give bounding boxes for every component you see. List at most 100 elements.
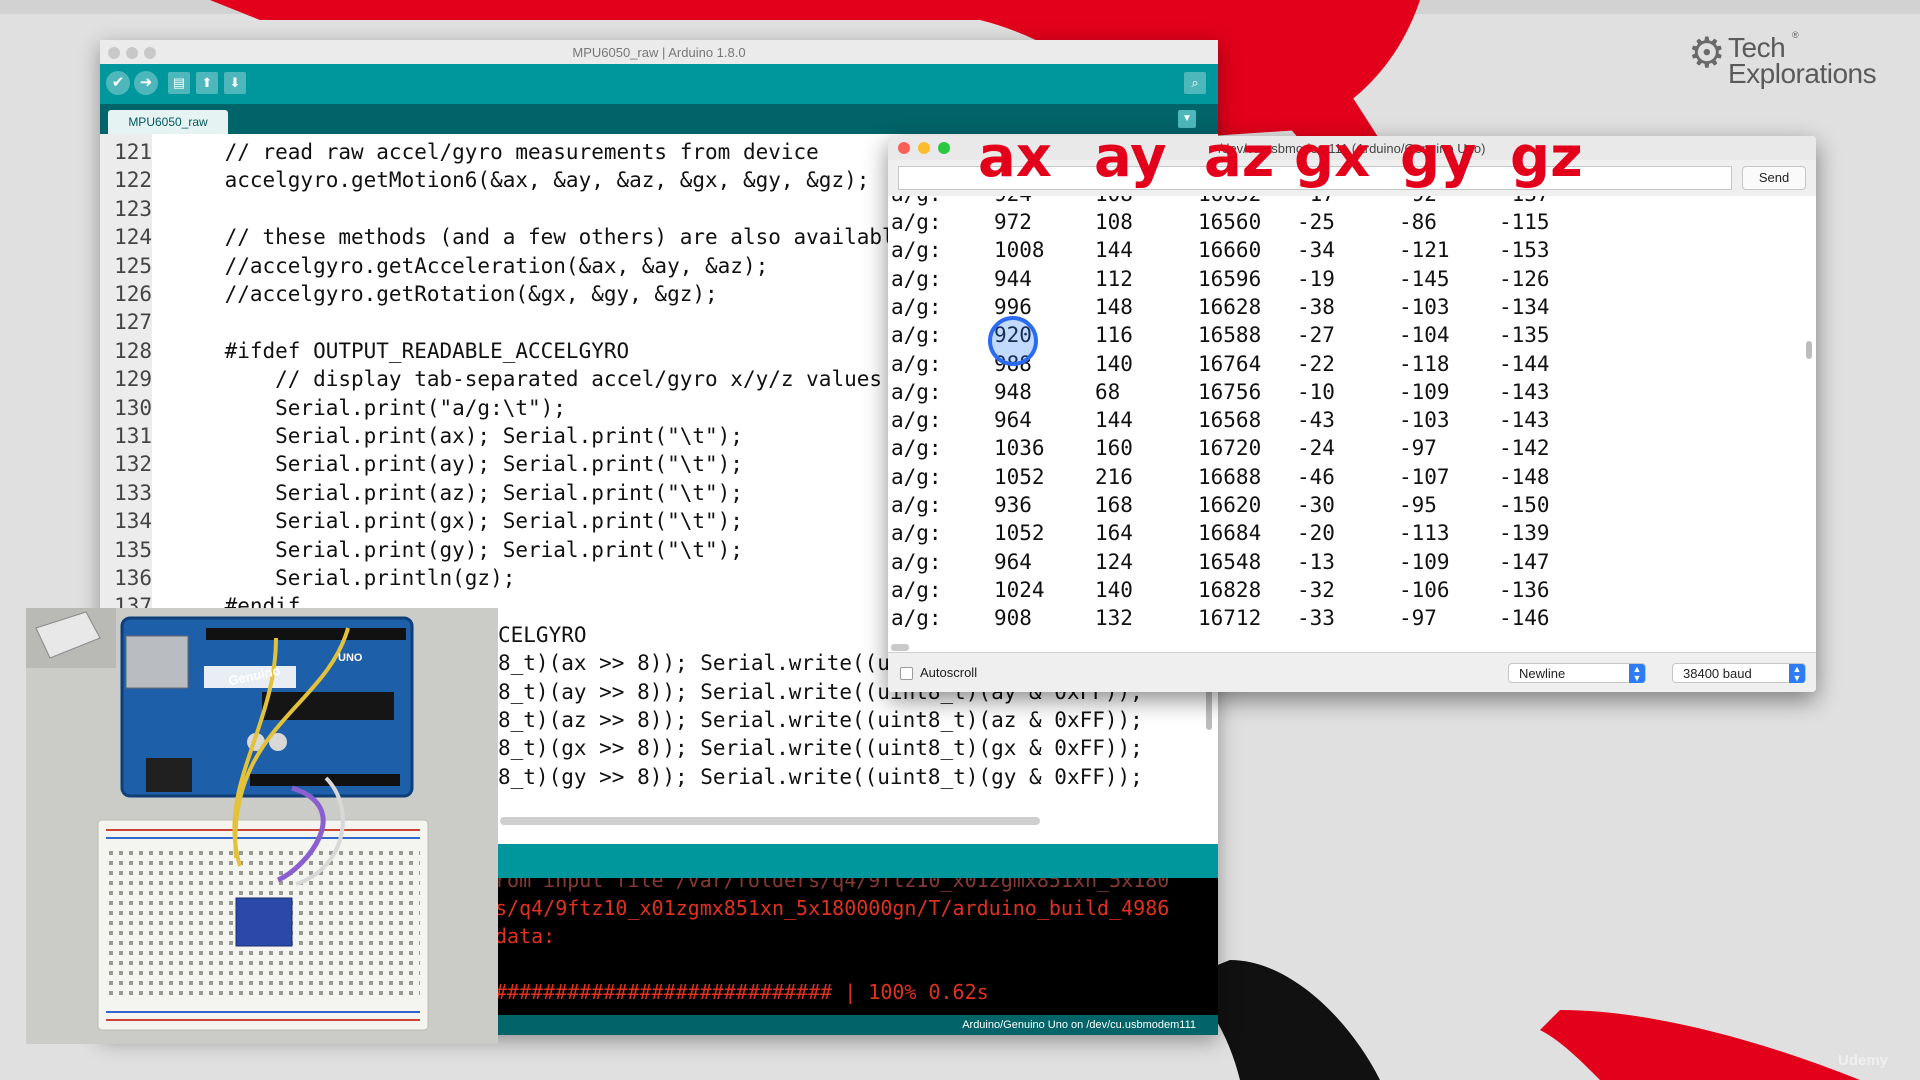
sensor-value: 144: [1095, 238, 1133, 263]
row-prefix: a/g:: [891, 210, 942, 234]
line-ending-select[interactable]: Newline ▲ ▼: [1508, 663, 1646, 683]
code-text: // read raw accel/gyro measurements from…: [174, 140, 819, 164]
code-line[interactable]: 131 Serial.print(ax); Serial.print("\t")…: [100, 422, 743, 450]
upload-button[interactable]: ➜: [134, 71, 158, 95]
sensor-value: 68: [1095, 379, 1121, 404]
sensor-value: -144: [1499, 351, 1550, 376]
code-line[interactable]: 123: [100, 195, 152, 223]
code-line[interactable]: 129 // display tab-separated accel/gyro …: [100, 365, 882, 393]
serial-horizontal-scrollbar[interactable]: [891, 644, 909, 651]
code-line[interactable]: 125 //accelgyro.getAcceleration(&ax, &ay…: [100, 252, 768, 280]
code-line[interactable]: 121 // read raw accel/gyro measurements …: [100, 138, 819, 166]
sensor-value: -10: [1297, 379, 1335, 404]
line-number: 131: [114, 424, 152, 448]
sensor-value: -104: [1399, 323, 1450, 348]
sensor-value: 972: [994, 210, 1032, 234]
code-text: Serial.print(az); Serial.print("\t");: [174, 480, 743, 505]
code-line[interactable]: 133 Serial.print(az); Serial.print("\t")…: [100, 479, 743, 507]
code-line[interactable]: 128 #ifdef OUTPUT_READABLE_ACCELGYRO: [100, 337, 629, 365]
serial-monitor-button[interactable]: ⌕: [1184, 72, 1206, 94]
save-icon: ⬇: [229, 75, 241, 90]
code-line[interactable]: 126 //accelgyro.getRotation(&gx, &gy, &g…: [100, 280, 718, 308]
row-prefix: a/g:: [891, 266, 942, 291]
verify-button[interactable]: ✔: [106, 71, 130, 95]
code-line-partial[interactable]: 8_t)(az >> 8)); Serial.write((uint8_t)(a…: [498, 706, 1143, 734]
line-number: 122: [114, 168, 152, 193]
baud-rate-value: 38400 baud: [1683, 666, 1752, 681]
line-number: 124: [114, 225, 152, 250]
code-line[interactable]: 136 Serial.println(gz);: [100, 564, 515, 592]
sensor-value: 16588: [1198, 323, 1262, 348]
save-button[interactable]: ⬇: [224, 72, 246, 94]
sensor-value: -145: [1399, 266, 1450, 291]
sensor-value: -137: [1499, 196, 1550, 208]
row-prefix: a/g:: [891, 606, 942, 631]
code-text: Serial.println(gz);: [174, 566, 516, 590]
line-number: 129: [114, 367, 152, 392]
line-number: 134: [114, 509, 152, 534]
line-number: 125: [114, 253, 152, 278]
sensor-value: -32: [1297, 577, 1335, 602]
code-line[interactable]: 127: [100, 308, 152, 336]
sensor-value: -95: [1399, 493, 1437, 517]
console-line: s/q4/9ftz10_x01zgmx851xn_5x180000gn/T/ar…: [495, 896, 1170, 920]
sensor-value: -126: [1499, 266, 1550, 291]
sensor-value: -24: [1297, 436, 1335, 461]
code-line-partial[interactable]: 8_t)(gy >> 8)); Serial.write((uint8_t)(g…: [498, 763, 1143, 791]
sensor-value: -33: [1297, 606, 1335, 631]
row-prefix: a/g:: [891, 549, 942, 574]
sensor-value: 936: [994, 493, 1032, 517]
code-line-partial[interactable]: 8_t)(ax >> 8)); Serial.write((ui: [498, 649, 903, 677]
new-button[interactable]: ▤: [168, 72, 190, 94]
serial-options-row: Autoscroll Newline ▲ ▼ 38400 baud ▲ ▼: [888, 652, 1816, 692]
code-line-partial[interactable]: 8_t)(gx >> 8)); Serial.write((uint8_t)(g…: [498, 734, 1143, 762]
row-prefix: a/g:: [891, 493, 942, 517]
open-button[interactable]: ⬆: [196, 72, 218, 94]
sensor-value: 16720: [1198, 436, 1262, 461]
sensor-value: -17: [1297, 196, 1335, 208]
serial-vertical-scrollbar[interactable]: [1806, 341, 1812, 359]
sensor-value: -103: [1399, 294, 1450, 319]
code-line[interactable]: 134 Serial.print(gx); Serial.print("\t")…: [100, 507, 743, 535]
code-line[interactable]: 124 // these methods (and a few others) …: [100, 223, 907, 251]
select-arrows-icon: ▲ ▼: [1789, 664, 1805, 683]
serial-monitor-window: /dev/cu.usbmodem111 (Arduino/Genuino Uno…: [888, 136, 1816, 692]
sensor-value: 16568: [1198, 408, 1262, 433]
sensor-value: -97: [1399, 606, 1437, 631]
baud-rate-select[interactable]: 38400 baud ▲ ▼: [1672, 663, 1806, 683]
code-text: Serial.print(ax); Serial.print("\t");: [174, 424, 743, 448]
select-arrows-icon: ▲ ▼: [1629, 664, 1645, 683]
line-number: 136: [114, 566, 152, 590]
trademark: ®: [1792, 30, 1799, 40]
sensor-value: 1024: [994, 577, 1045, 602]
row-prefix: a/g:: [891, 436, 942, 461]
code-line[interactable]: 130 Serial.print("a/g:\t");: [100, 394, 566, 422]
sensor-value: -103: [1399, 408, 1450, 433]
send-button[interactable]: Send: [1742, 166, 1806, 190]
sensor-value: -153: [1499, 238, 1550, 263]
code-line[interactable]: 135 Serial.print(gy); Serial.print("\t")…: [100, 536, 743, 564]
sensor-value: 16560: [1198, 210, 1262, 234]
sensor-value: 1008: [994, 238, 1045, 263]
sensor-value: -86: [1399, 210, 1437, 234]
editor-horizontal-scrollbar[interactable]: [500, 817, 1040, 825]
sensor-value: -143: [1499, 408, 1550, 433]
sensor-value: 16628: [1198, 294, 1262, 319]
code-text: Serial.print(ay); Serial.print("\t");: [174, 452, 743, 477]
sensor-value: -139: [1499, 521, 1550, 546]
code-line[interactable]: 132 Serial.print(ay); Serial.print("\t")…: [100, 450, 743, 478]
sensor-value: 16620: [1198, 493, 1262, 517]
sensor-value: 164: [1095, 521, 1133, 546]
sensor-value: -107: [1399, 464, 1450, 489]
tab-mpu6050-raw[interactable]: MPU6050_raw: [108, 110, 228, 134]
sensor-value: -148: [1499, 464, 1550, 489]
autoscroll-checkbox[interactable]: [900, 667, 913, 680]
code-line[interactable]: 122 accelgyro.getMotion6(&ax, &ay, &az, …: [100, 166, 869, 194]
sensor-value: 144: [1095, 408, 1133, 433]
code-line-partial[interactable]: CELGYRO: [498, 621, 587, 649]
serial-output[interactable]: a/g: 924 108 16632 -17 -92 -137 a/g: 972 108 16560…: [888, 196, 1800, 642]
sensor-value: 16756: [1198, 379, 1262, 404]
chevron-down-icon: ▼: [1182, 113, 1192, 124]
tab-menu-button[interactable]: ▼: [1178, 110, 1196, 128]
sensor-value: 16688: [1198, 464, 1262, 489]
